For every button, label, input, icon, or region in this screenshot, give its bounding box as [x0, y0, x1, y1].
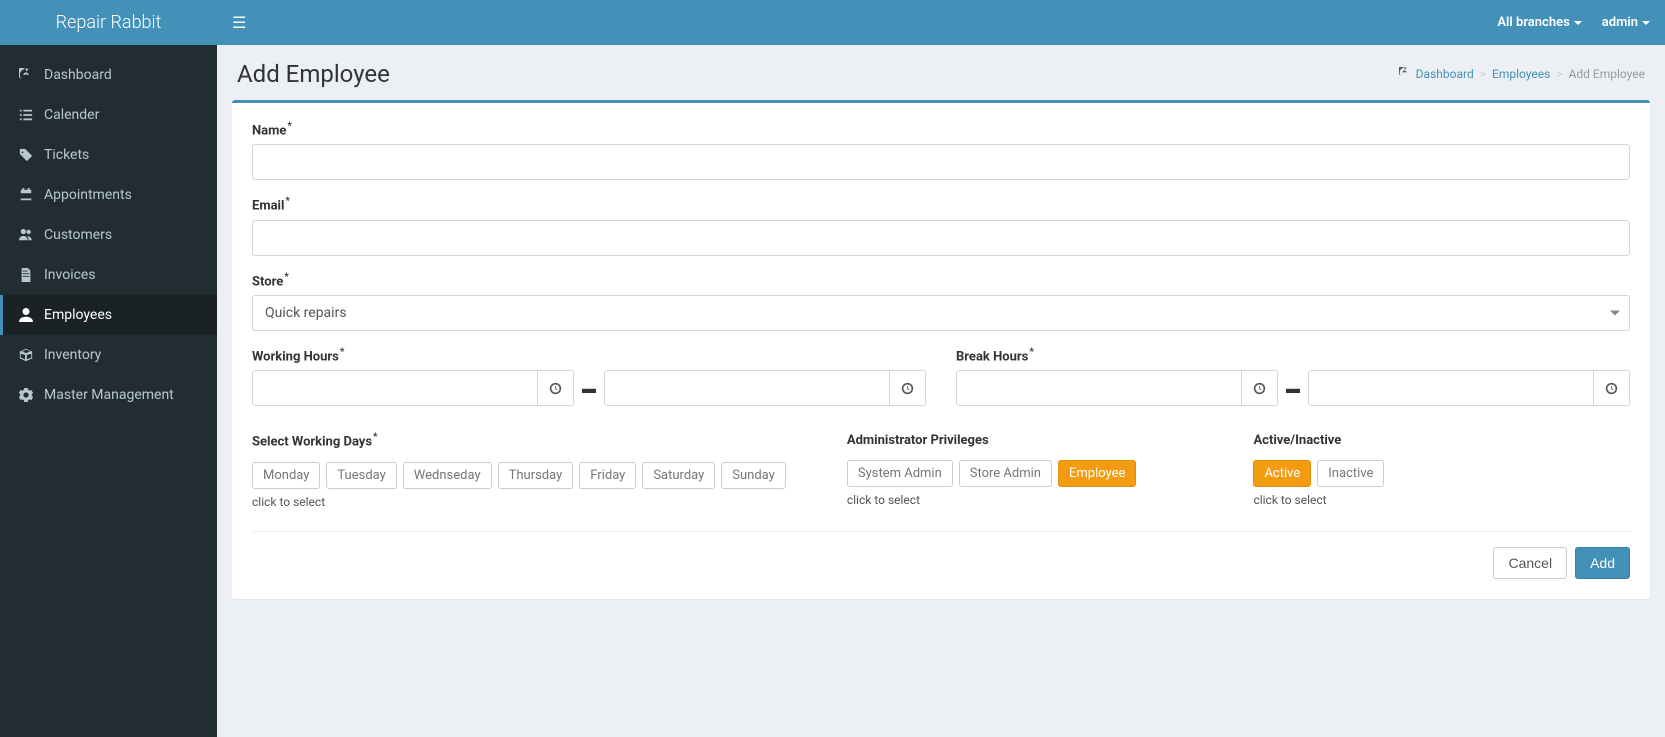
tag-icon: [18, 148, 34, 162]
branches-label: All branches: [1497, 15, 1569, 30]
break-hours-label: Break Hours: [956, 347, 1034, 364]
clock-icon[interactable]: [889, 371, 925, 405]
day-pill-friday[interactable]: Friday: [579, 462, 636, 489]
days-label: Select Working Days: [252, 432, 378, 449]
status-label: Active/Inactive: [1253, 433, 1341, 448]
working-end-input[interactable]: [605, 371, 889, 405]
store-label: Store: [252, 272, 289, 289]
brand-logo[interactable]: Repair Rabbit: [0, 0, 217, 45]
breadcrumb-employees[interactable]: Employees: [1492, 67, 1550, 81]
sidebar-item-label: Master Management: [44, 387, 174, 403]
breadcrumb: Dashboard > Employees > Add Employee: [1399, 67, 1645, 81]
calendar-icon: [18, 188, 34, 202]
caret-down-icon: [1642, 21, 1650, 25]
break-end-input[interactable]: [1309, 371, 1593, 405]
sidebar-item-inventory[interactable]: Inventory: [0, 335, 217, 375]
sidebar-item-invoices[interactable]: Invoices: [0, 255, 217, 295]
sidebar-item-label: Calender: [44, 107, 99, 123]
priv-label: Administrator Privileges: [847, 433, 989, 448]
sidebar-item-label: Dashboard: [44, 67, 112, 83]
chevron-down-icon: [1610, 310, 1620, 315]
sidebar-item-customers[interactable]: Customers: [0, 215, 217, 255]
day-pill-thursday[interactable]: Thursday: [498, 462, 574, 489]
sidebar-item-label: Employees: [44, 307, 112, 323]
priv-pill-system-admin[interactable]: System Admin: [847, 460, 953, 487]
sidebar-item-label: Customers: [44, 227, 112, 243]
priv-pill-store-admin[interactable]: Store Admin: [959, 460, 1052, 487]
sidebar-item-employees[interactable]: Employees: [0, 295, 217, 335]
status-hint: click to select: [1253, 493, 1630, 507]
range-dash: ▬: [582, 380, 596, 397]
breadcrumb-sep: >: [1556, 67, 1562, 81]
email-label: Email: [252, 196, 290, 213]
working-hours-label: Working Hours: [252, 347, 344, 364]
dashboard-icon: [1399, 67, 1410, 81]
day-pill-monday[interactable]: Monday: [252, 462, 320, 489]
sidebar-item-calender[interactable]: Calender: [0, 95, 217, 135]
clock-icon[interactable]: [537, 371, 573, 405]
break-start-input[interactable]: [957, 371, 1241, 405]
sidebar-item-appointments[interactable]: Appointments: [0, 175, 217, 215]
form-panel: Name Email Store Quick repairs Working H…: [232, 100, 1650, 599]
clock-icon[interactable]: [1241, 371, 1277, 405]
box-icon: [18, 348, 34, 362]
cancel-button[interactable]: Cancel: [1493, 547, 1567, 579]
store-value: Quick repairs: [265, 305, 347, 321]
name-input[interactable]: [252, 144, 1630, 180]
branches-dropdown[interactable]: All branches: [1497, 15, 1581, 30]
user-icon: [18, 308, 34, 322]
topbar: Repair Rabbit ☰ All branches admin: [0, 0, 1665, 45]
store-select[interactable]: Quick repairs: [252, 295, 1630, 331]
working-start-input[interactable]: [253, 371, 537, 405]
status-pill-inactive[interactable]: Inactive: [1317, 460, 1384, 487]
user-label: admin: [1602, 15, 1638, 30]
gears-icon: [18, 388, 34, 402]
hamburger-toggle[interactable]: ☰: [232, 13, 246, 32]
priv-pill-employee[interactable]: Employee: [1058, 460, 1136, 487]
sidebar-item-label: Appointments: [44, 187, 132, 203]
clock-icon[interactable]: [1593, 371, 1629, 405]
sidebar-item-label: Tickets: [44, 147, 89, 163]
sidebar-item-label: Inventory: [44, 347, 101, 363]
breadcrumb-current: Add Employee: [1569, 67, 1645, 81]
users-icon: [18, 228, 34, 242]
day-pill-wednseday[interactable]: Wednseday: [403, 462, 492, 489]
dashboard-icon: [18, 68, 34, 82]
range-dash: ▬: [1286, 380, 1300, 397]
days-hint: click to select: [252, 495, 817, 509]
breadcrumb-sep: >: [1480, 67, 1486, 81]
sidebar-item-dashboard[interactable]: Dashboard: [0, 55, 217, 95]
page-title: Add Employee: [237, 60, 390, 88]
caret-down-icon: [1574, 21, 1582, 25]
sidebar-item-master-management[interactable]: Master Management: [0, 375, 217, 415]
sidebar: Dashboard Calender Tickets Appointments Cust…: [0, 45, 217, 737]
list-icon: [18, 108, 34, 122]
add-button[interactable]: Add: [1575, 547, 1630, 579]
status-pill-active[interactable]: Active: [1253, 460, 1311, 487]
sidebar-item-tickets[interactable]: Tickets: [0, 135, 217, 175]
breadcrumb-dashboard[interactable]: Dashboard: [1416, 67, 1474, 81]
day-pill-tuesday[interactable]: Tuesday: [326, 462, 396, 489]
sidebar-item-label: Invoices: [44, 267, 96, 283]
name-label: Name: [252, 121, 292, 138]
day-pill-saturday[interactable]: Saturday: [642, 462, 715, 489]
priv-hint: click to select: [847, 493, 1224, 507]
file-icon: [18, 268, 34, 282]
user-dropdown[interactable]: admin: [1602, 15, 1650, 30]
day-pill-sunday[interactable]: Sunday: [721, 462, 786, 489]
email-input[interactable]: [252, 220, 1630, 256]
